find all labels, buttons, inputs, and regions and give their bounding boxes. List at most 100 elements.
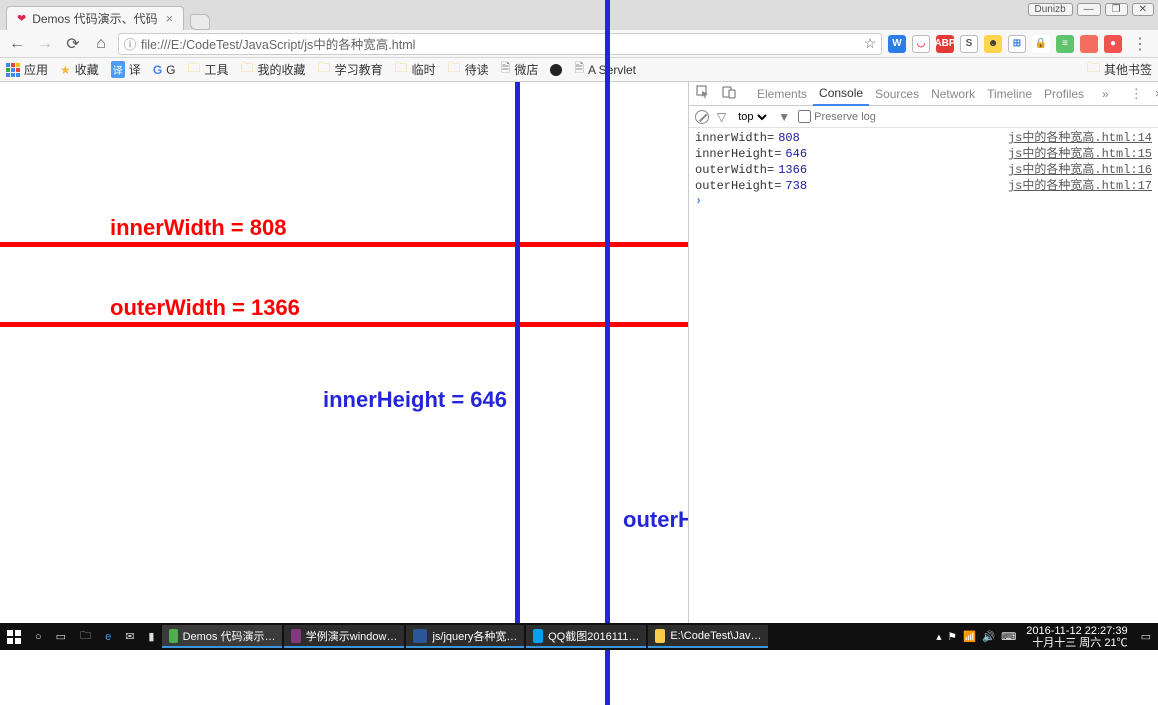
devtools-close-icon[interactable]: ×	[1152, 86, 1158, 101]
pinned-explorer[interactable]: 🗀	[73, 623, 98, 650]
taskbar-app-image[interactable]: QQ截图2016111…	[526, 625, 646, 648]
bookmark-item[interactable]: 🗀工具	[188, 59, 229, 81]
preserve-log-input[interactable]	[798, 110, 811, 123]
cortana-button[interactable]: ○	[28, 623, 49, 650]
note-icon[interactable]: ≡	[1056, 35, 1074, 53]
notifications-button[interactable]: ▭	[1134, 623, 1158, 650]
new-tab-button[interactable]	[190, 14, 210, 30]
bookmark-item[interactable]: 🗀我的收藏	[241, 59, 306, 81]
pocket-icon[interactable]: ◡	[912, 35, 930, 53]
s-ext-icon[interactable]: S	[960, 35, 978, 53]
back-button[interactable]: ←	[6, 33, 28, 55]
close-icon[interactable]: ×	[166, 11, 174, 26]
context-select[interactable]: top	[734, 110, 770, 124]
reload-button[interactable]: ⟳	[62, 33, 84, 55]
device-toggle-icon[interactable]	[719, 85, 739, 102]
w-ext-icon[interactable]: W	[888, 35, 906, 53]
home-button[interactable]: ⌂	[90, 33, 112, 55]
source-link[interactable]: js中的各种宽高.html:15	[1008, 146, 1152, 162]
console-log: innerWidth=808js中的各种宽高.html:14innerHeigh…	[689, 128, 1158, 210]
pinned-terminal[interactable]: ▮	[141, 623, 161, 650]
smile-icon[interactable]: ☻	[984, 35, 1002, 53]
bookmarks-bar: 应用 ★收藏译译GG🗀工具🗀我的收藏🗀学习教育🗀临时🗀待读🗎微店🗎A Servl…	[0, 58, 1158, 82]
explorer-icon	[655, 629, 665, 643]
taskview-button[interactable]: ▭	[49, 623, 73, 650]
bookmark-item[interactable]: 🗀学习教育	[318, 59, 383, 81]
yi-icon: 译	[111, 61, 125, 78]
browser-tab[interactable]: ❤ Demos 代码演示、代码 ×	[6, 6, 184, 30]
pinned-mail[interactable]: ✉	[118, 623, 141, 650]
bookmark-item[interactable]: ★收藏	[60, 59, 99, 81]
minimize-button[interactable]: —	[1077, 3, 1101, 16]
devtools-tab-profiles[interactable]: Profiles	[1038, 82, 1090, 106]
address-bar[interactable]: ⓘ file:///E:/CodeTest/JavaScript/js中的各种宽…	[118, 33, 882, 55]
taskbar-app-explorer[interactable]: E:\CodeTest\Jav…	[648, 625, 768, 648]
console-prompt[interactable]: ›	[695, 194, 1152, 208]
source-link[interactable]: js中的各种宽高.html:14	[1008, 130, 1152, 146]
devtools-tab-timeline[interactable]: Timeline	[981, 82, 1038, 106]
devtools-more-tabs[interactable]: »	[1096, 82, 1115, 106]
dot-icon[interactable]: ●	[1104, 35, 1122, 53]
tray-icon[interactable]: ⚑	[948, 631, 957, 643]
dice-icon[interactable]: ⊞	[1008, 35, 1026, 53]
taskbar-app-onenote[interactable]: 学例演示window…	[284, 625, 404, 648]
windows-taskbar: ○ ▭ 🗀 e ✉ ▮ Demos 代码演示… 学例演示window… js/jqu…	[0, 623, 1158, 650]
apps-shortcut[interactable]: 应用	[6, 61, 48, 78]
taskbar-app-chrome[interactable]: Demos 代码演示…	[162, 625, 282, 648]
source-link[interactable]: js中的各种宽高.html:16	[1008, 162, 1152, 178]
lock-icon[interactable]: 🔒	[1032, 35, 1050, 53]
tray-icon[interactable]: 📶	[963, 630, 976, 643]
tray-icon[interactable]: 🔊	[982, 630, 995, 643]
start-button[interactable]	[0, 623, 28, 650]
devtools-menu-icon[interactable]: ⋮	[1127, 86, 1146, 102]
close-button[interactable]: ✕	[1132, 3, 1154, 16]
clear-console-icon[interactable]	[695, 110, 709, 124]
preserve-log-checkbox[interactable]: Preserve log	[798, 110, 876, 123]
bookmark-item[interactable]: GG	[153, 59, 176, 81]
folder-icon: 🗀	[395, 59, 408, 81]
circle-icon	[550, 64, 562, 76]
chrome-menu-icon[interactable]: ⋮	[1128, 34, 1152, 54]
devtools-tab-elements[interactable]: Elements	[751, 82, 813, 106]
site-info-icon[interactable]: ⓘ	[119, 34, 141, 53]
other-bookmarks-label: 其他书签	[1104, 61, 1152, 78]
bookmark-item[interactable]: 🗀待读	[448, 59, 489, 81]
folder-icon: 🗀	[188, 59, 201, 81]
abp-icon[interactable]: ABP	[936, 35, 954, 53]
taskbar-clock[interactable]: 2016-11-12 22:27:39 十月十三 周六 21℃	[1020, 625, 1133, 649]
innerheight-label: innerHeight = 646	[323, 387, 507, 413]
extension-icons: W ◡ ABP S ☻ ⊞ 🔒 ≡ ●	[888, 35, 1122, 53]
preserve-log-label: Preserve log	[814, 111, 876, 123]
tab-title: Demos 代码演示、代码	[32, 10, 157, 27]
user-badge[interactable]: Dunizb	[1028, 3, 1073, 16]
devtools-tab-console[interactable]: Console	[813, 82, 869, 106]
system-tray[interactable]: ▴ ⚑ 📶 🔊 ⌨	[932, 630, 1020, 643]
tray-icon[interactable]: ▴	[936, 631, 941, 643]
outerheight-line	[605, 0, 610, 705]
onenote-icon	[291, 629, 300, 643]
devtools-tab-sources[interactable]: Sources	[869, 82, 925, 106]
heart-icon: ❤	[17, 12, 26, 25]
filter-funnel-icon[interactable]: ▽	[717, 110, 726, 124]
taskbar-app-word[interactable]: js/jquery各种宽…	[406, 625, 524, 648]
pinned-edge[interactable]: e	[98, 623, 118, 650]
console-row: outerWidth=1366js中的各种宽高.html:16	[695, 162, 1152, 178]
inspect-icon[interactable]	[693, 85, 713, 102]
bookmark-star-icon[interactable]: ☆	[859, 35, 881, 52]
taskbar-app-label: js/jquery各种宽…	[432, 628, 517, 644]
taskbar-app-label: Demos 代码演示…	[183, 628, 276, 644]
devtools-tab-network[interactable]: Network	[925, 82, 981, 106]
bookmark-item[interactable]	[550, 59, 562, 81]
other-bookmarks[interactable]: 🗀 其他书签	[1087, 59, 1152, 81]
source-link[interactable]: js中的各种宽高.html:17	[1008, 178, 1152, 194]
maximize-button[interactable]: ❐	[1105, 3, 1128, 16]
bookmark-item[interactable]: 译译	[111, 59, 141, 81]
bookmark-item[interactable]: 🗎微店	[501, 59, 539, 81]
folder-icon: 🗀	[448, 59, 461, 81]
forward-button[interactable]: →	[34, 33, 56, 55]
bookmark-item[interactable]: 🗀临时	[395, 59, 436, 81]
red-icon[interactable]	[1080, 35, 1098, 53]
tray-icon[interactable]: ⌨	[1001, 631, 1016, 643]
taskbar-app-label: QQ截图2016111…	[548, 628, 639, 644]
bookmark-label: 临时	[412, 61, 436, 78]
